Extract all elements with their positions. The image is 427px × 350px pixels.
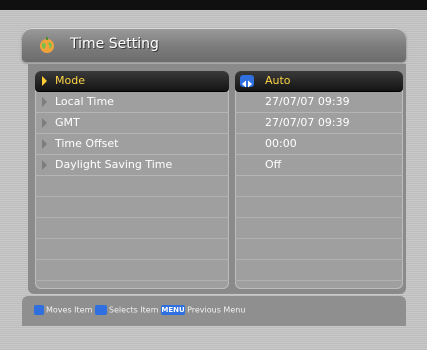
setting-row-gmt[interactable]: GMT — [35, 113, 229, 134]
value-row-local-time: 27/07/07 09:39 — [235, 92, 403, 113]
settings-panel: Mode Local Time GMT Time Offset Daylight… — [28, 64, 406, 294]
empty-row — [35, 176, 229, 197]
arrow-icon — [42, 139, 47, 149]
setting-value: 27/07/07 09:39 — [265, 116, 350, 129]
top-bar — [0, 0, 427, 10]
setting-row-mode[interactable]: Mode — [35, 71, 229, 92]
left-right-key-icon — [94, 305, 107, 315]
setting-row-local-time[interactable]: Local Time — [35, 92, 229, 113]
help-bar: Moves Item Selects Item MENU Previous Men… — [22, 296, 406, 326]
empty-row — [35, 218, 229, 239]
setting-value: Off — [265, 158, 282, 171]
setting-value: Auto — [265, 74, 291, 87]
globe-icon — [40, 37, 54, 53]
setting-label: Mode — [55, 74, 85, 87]
setting-value: 00:00 — [265, 137, 297, 150]
menu-key-icon: MENU — [161, 305, 186, 315]
left-right-arrows-icon — [240, 75, 254, 88]
arrow-icon — [42, 118, 47, 128]
empty-row — [35, 197, 229, 218]
empty-row — [35, 239, 229, 260]
help-previous: Previous Menu — [187, 305, 246, 315]
value-row-gmt: 27/07/07 09:39 — [235, 113, 403, 134]
arrow-icon — [42, 97, 47, 107]
empty-row — [235, 239, 403, 260]
empty-row — [235, 218, 403, 239]
setting-row-daylight-saving[interactable]: Daylight Saving Time — [35, 155, 229, 176]
setting-label: GMT — [55, 116, 80, 129]
setting-label: Local Time — [55, 95, 114, 108]
setting-row-time-offset[interactable]: Time Offset — [35, 134, 229, 155]
help-moves: Moves Item — [46, 305, 93, 315]
title-bar: Time Setting — [22, 28, 406, 62]
arrow-icon — [42, 160, 47, 170]
page-title: Time Setting — [70, 36, 159, 52]
setting-values-list: Auto 27/07/07 09:39 27/07/07 09:39 00:00… — [235, 71, 403, 289]
setting-value: 27/07/07 09:39 — [265, 95, 350, 108]
value-row-mode[interactable]: Auto — [235, 71, 403, 92]
help-text: Moves Item Selects Item MENU Previous Men… — [34, 305, 245, 315]
help-selects: Selects Item — [108, 305, 159, 315]
value-row-daylight-saving: Off — [235, 155, 403, 176]
selected-arrow-icon — [42, 76, 47, 86]
empty-row — [35, 260, 229, 281]
empty-row — [235, 260, 403, 281]
setting-label: Daylight Saving Time — [55, 158, 173, 171]
setting-names-list: Mode Local Time GMT Time Offset Daylight… — [35, 71, 229, 289]
value-row-time-offset: 00:00 — [235, 134, 403, 155]
empty-row — [235, 197, 403, 218]
setting-label: Time Offset — [55, 137, 119, 150]
empty-row — [235, 176, 403, 197]
up-down-key-icon — [34, 305, 44, 315]
